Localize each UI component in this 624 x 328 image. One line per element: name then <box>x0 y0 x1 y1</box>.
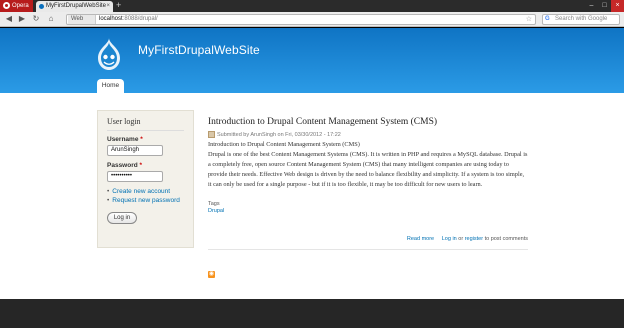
address-host: localhost <box>99 16 123 22</box>
opera-menu-label: Opera <box>12 3 29 9</box>
search-placeholder: Search with Google <box>555 16 608 22</box>
browser-toolbar: ◀ ▶ ↻ ⌂ Web localhost:8088/drupal/ ☆ G S… <box>0 12 624 27</box>
user-login-block: User login Username * ArunSingh Password… <box>97 110 194 248</box>
browser-tab[interactable]: MyFirstDrupalWebSite × <box>36 1 113 12</box>
site-footer <box>0 299 624 328</box>
forward-icon[interactable]: ▶ <box>17 14 27 24</box>
tab-title: MyFirstDrupalWebSite <box>46 3 106 9</box>
tag-link[interactable]: Drupal <box>208 208 224 214</box>
or-text: or <box>458 236 464 242</box>
request-password-link[interactable]: Request new password <box>112 197 180 204</box>
browser-tab-bar: Opera MyFirstDrupalWebSite × + – □ × <box>0 0 624 12</box>
site-header: MyFirstDrupalWebSite Home <box>0 28 624 93</box>
divider <box>208 249 528 250</box>
username-label: Username * <box>107 136 143 143</box>
required-mark: * <box>139 162 143 169</box>
password-field[interactable]: •••••••••• <box>107 171 163 182</box>
drupal-favicon-icon <box>39 4 44 9</box>
node-links: Read more Log in or register to post com… <box>407 236 528 242</box>
article-body: Introduction to Drupal Content Managemen… <box>208 140 528 190</box>
google-icon: G <box>545 16 550 22</box>
list-item: Request new password <box>107 197 184 204</box>
login-links: Create new account Request new password <box>107 188 184 204</box>
maximize-icon[interactable]: □ <box>598 0 611 12</box>
back-icon[interactable]: ◀ <box>4 14 14 24</box>
main-content: User login Username * ArunSingh Password… <box>0 93 624 299</box>
login-button[interactable]: Log in <box>107 212 137 224</box>
article-node: Introduction to Drupal Content Managemen… <box>208 117 528 250</box>
new-tab-button[interactable]: + <box>116 0 121 11</box>
article-title[interactable]: Introduction to Drupal Content Managemen… <box>208 117 528 127</box>
address-web-label: Web <box>68 15 96 24</box>
window-controls: – □ × <box>585 0 624 12</box>
close-tab-icon[interactable]: × <box>106 1 110 12</box>
submitted-text: Submitted by ArunSingh on Fri, 03/30/201… <box>217 131 341 138</box>
opera-logo-icon <box>3 1 10 9</box>
login-block-title: User login <box>107 117 184 131</box>
body-paragraph: Drupal is one of the best Content Manage… <box>208 151 528 188</box>
bookmark-star-icon[interactable]: ☆ <box>526 15 532 24</box>
minimize-icon[interactable]: – <box>585 0 598 12</box>
password-label: Password * <box>107 162 143 169</box>
list-item: Create new account <box>107 188 184 195</box>
site-name[interactable]: MyFirstDrupalWebSite <box>138 43 260 57</box>
tags-label: Tags <box>208 201 220 207</box>
reload-icon[interactable]: ↻ <box>31 14 41 24</box>
opera-menu-button[interactable]: Opera <box>0 0 33 12</box>
register-link[interactable]: register <box>465 236 483 242</box>
close-window-icon[interactable]: × <box>611 0 624 12</box>
drupal-logo-icon[interactable] <box>95 37 123 71</box>
search-field[interactable]: G Search with Google <box>542 14 620 25</box>
required-mark: * <box>140 136 143 143</box>
home-icon[interactable]: ⌂ <box>46 14 56 24</box>
create-account-link[interactable]: Create new account <box>112 188 170 195</box>
article-meta: Submitted by ArunSingh on Fri, 03/30/201… <box>208 131 528 138</box>
address-bar[interactable]: Web localhost:8088/drupal/ ☆ <box>66 14 536 25</box>
read-more-link[interactable]: Read more <box>407 236 434 242</box>
username-field[interactable]: ArunSingh <box>107 145 163 156</box>
nav-home-tab[interactable]: Home <box>97 79 124 93</box>
rss-feed-icon[interactable]: ◉ <box>208 271 215 278</box>
author-avatar <box>208 131 215 138</box>
body-intro: Introduction to Drupal Content Managemen… <box>208 141 360 148</box>
address-path: :8088/drupal/ <box>122 16 158 22</box>
login-link[interactable]: Log in <box>442 236 457 242</box>
post-comments-text: to post comments <box>484 236 528 242</box>
